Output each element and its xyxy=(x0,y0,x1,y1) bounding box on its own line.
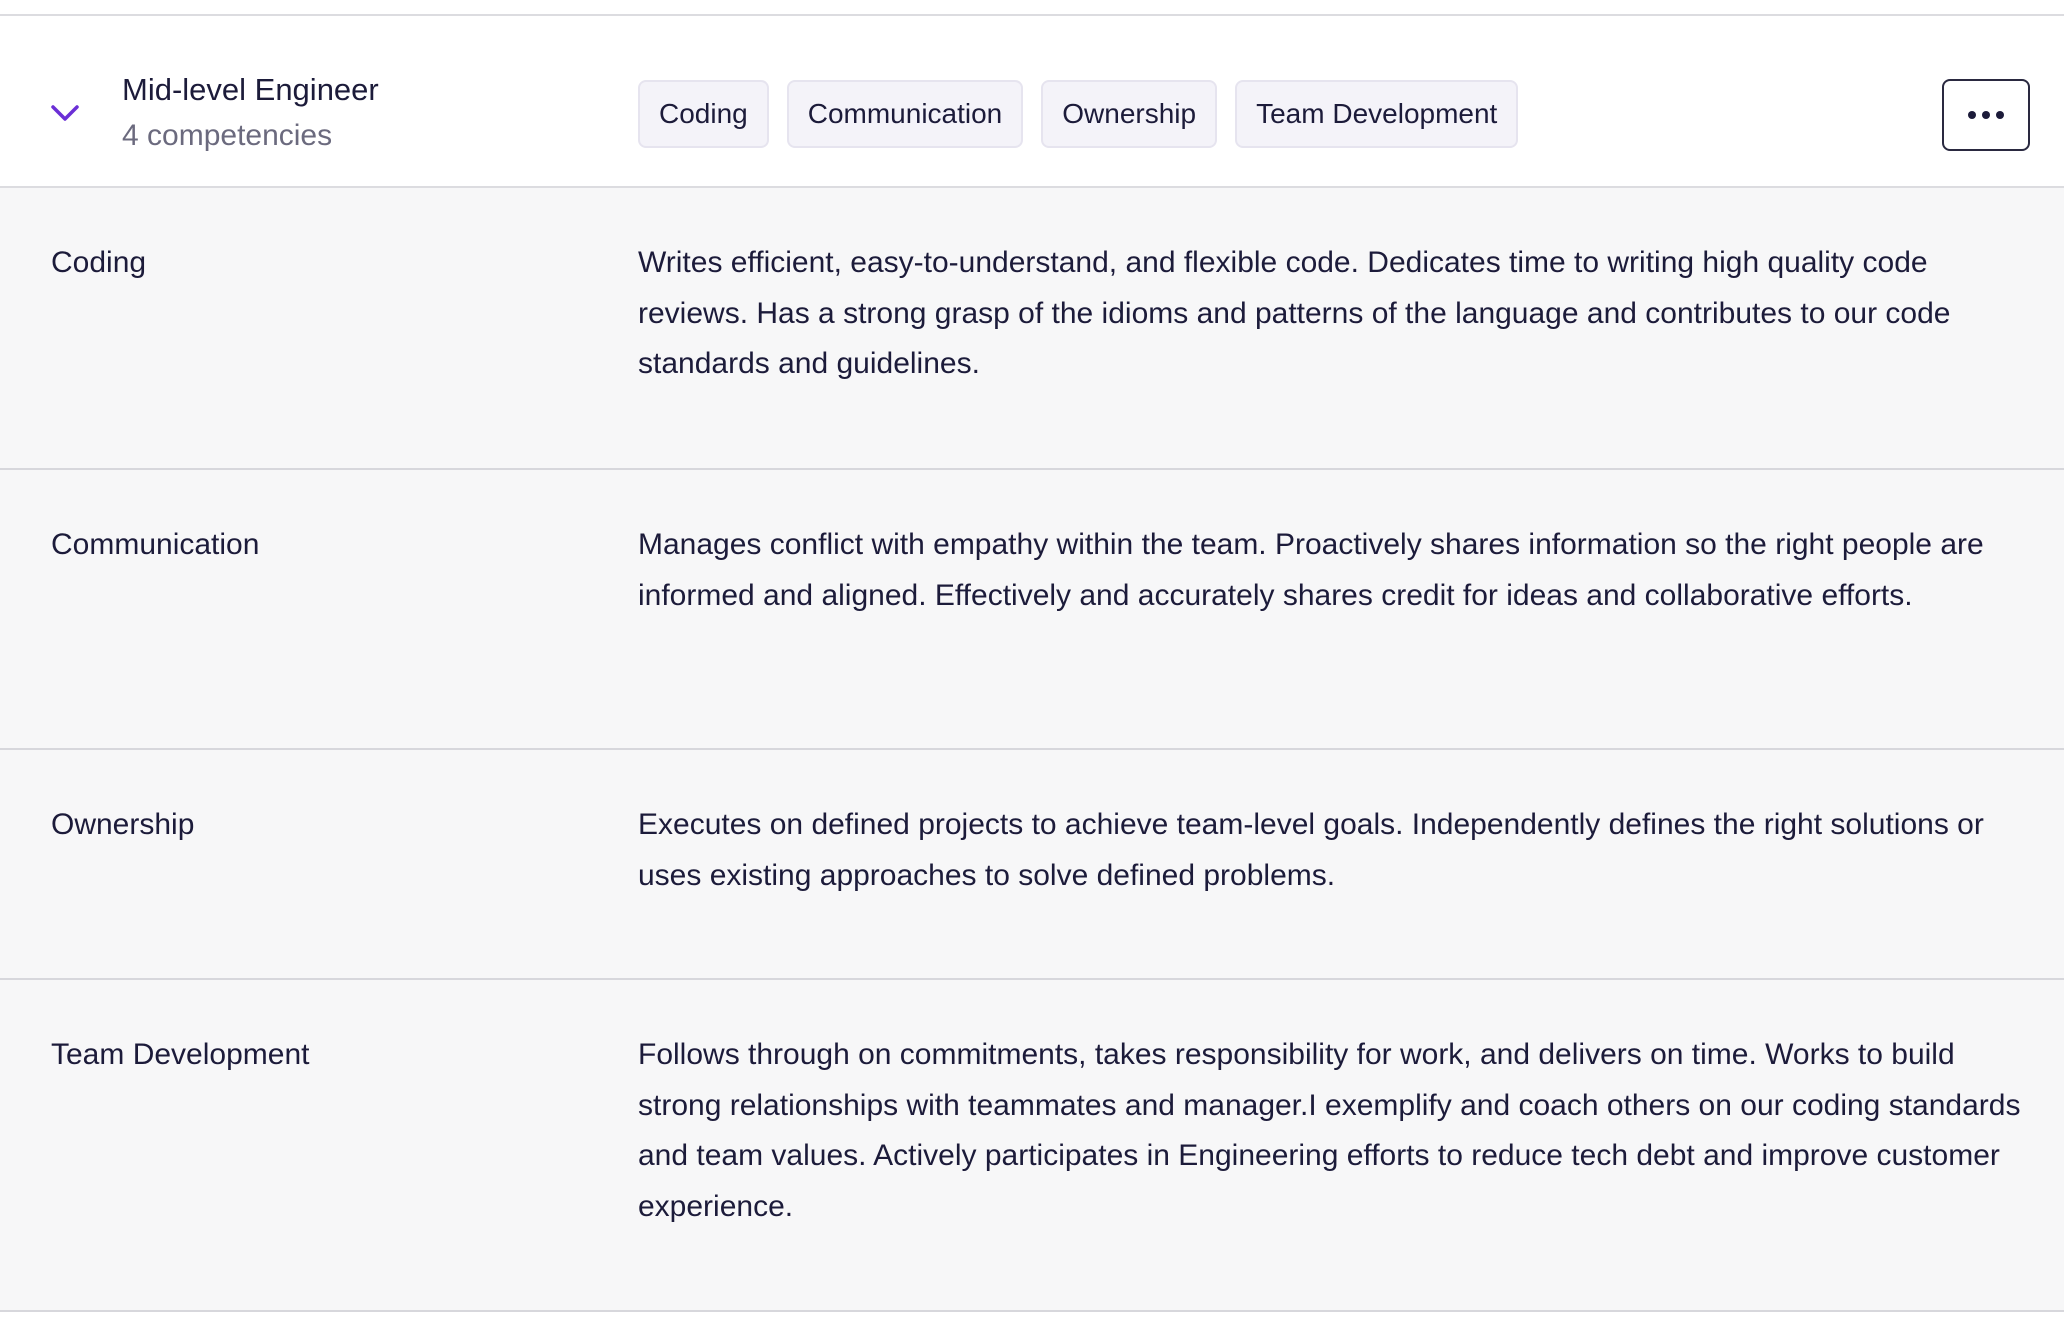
competency-row-communication: Communication Manages conflict with empa… xyxy=(0,470,2064,750)
competency-description: Manages conflict with empathy within the… xyxy=(638,528,1984,612)
tag-communication: Communication xyxy=(786,80,1024,148)
competency-name: Coding xyxy=(51,246,147,279)
more-horizontal-icon xyxy=(1996,111,2004,119)
competency-name: Ownership xyxy=(51,808,195,841)
level-title-block: Mid-level Engineer 4 competencies xyxy=(122,68,379,160)
competency-count: 4 competencies xyxy=(122,119,333,152)
top-divider xyxy=(0,0,2064,16)
competency-name: Communication xyxy=(51,528,260,561)
more-options-button[interactable] xyxy=(1942,79,2030,151)
level-header[interactable]: Mid-level Engineer 4 competencies Coding… xyxy=(0,16,2064,188)
chevron-down-icon[interactable] xyxy=(48,101,82,125)
competency-row-ownership: Ownership Executes on defined projects t… xyxy=(0,750,2064,980)
competency-description: Writes efficient, easy-to-understand, an… xyxy=(638,246,1951,380)
tag-ownership: Ownership xyxy=(1041,80,1218,148)
competency-description: Executes on defined projects to achieve … xyxy=(638,808,1984,892)
competency-row-team-development: Team Development Follows through on comm… xyxy=(0,980,2064,1312)
tag-coding: Coding xyxy=(638,80,769,148)
competency-row-coding: Coding Writes efficient, easy-to-underst… xyxy=(0,188,2064,470)
competency-description: Follows through on commitments, takes re… xyxy=(638,1038,2021,1223)
competency-tags: Coding Communication Ownership Team Deve… xyxy=(638,80,1519,148)
more-horizontal-icon xyxy=(1968,111,1976,119)
level-title: Mid-level Engineer xyxy=(122,72,379,107)
more-horizontal-icon xyxy=(1982,111,1990,119)
competency-name: Team Development xyxy=(51,1038,310,1071)
tag-team-development: Team Development xyxy=(1235,80,1519,148)
